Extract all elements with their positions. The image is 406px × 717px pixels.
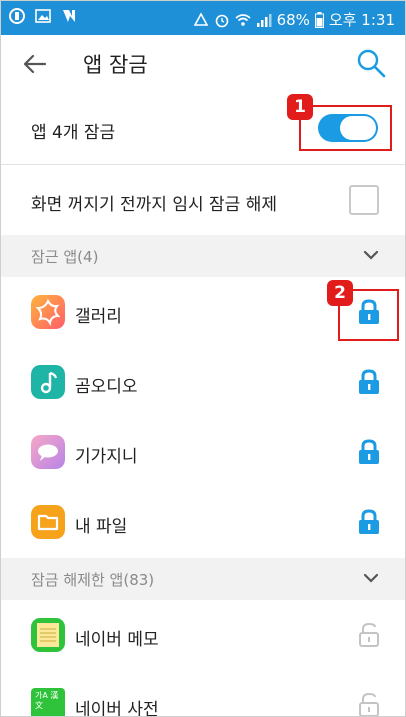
lock-icon[interactable] bbox=[358, 509, 380, 535]
locked-apps-header-label: 잠근 앱(4) bbox=[31, 248, 99, 266]
gallery-icon bbox=[31, 295, 65, 329]
chevron-down-icon[interactable] bbox=[363, 572, 379, 584]
temp-unlock-row[interactable]: 화면 꺼지기 전까지 임시 잠금 해제 bbox=[1, 165, 405, 235]
locked-app-row[interactable]: 내 파일 bbox=[1, 487, 405, 557]
locked-app-row[interactable]: 곰오디오 bbox=[1, 347, 405, 417]
signal-icon bbox=[256, 13, 272, 27]
status-right: 68% 오후 1:31 bbox=[193, 9, 395, 30]
app-name: 곰오디오 bbox=[75, 377, 138, 397]
battery-icon bbox=[314, 11, 324, 28]
app-notification-icon bbox=[9, 8, 25, 24]
app-name: 갤러리 bbox=[75, 307, 122, 327]
unlock-icon[interactable] bbox=[358, 692, 380, 717]
myfiles-icon bbox=[31, 505, 65, 539]
messenger-notification-icon bbox=[63, 10, 75, 22]
battery-percent: 68% bbox=[276, 10, 310, 29]
status-bar: 68% 오후 1:31 bbox=[1, 1, 405, 35]
status-left-icons bbox=[9, 8, 77, 24]
unlocked-apps-header-label: 잠금 해제한 앱(83) bbox=[31, 571, 155, 589]
naver-dict-icon: 가A 漢文 bbox=[31, 688, 65, 716]
wifi-icon bbox=[235, 13, 251, 26]
callout-badge-1: 1 bbox=[287, 94, 313, 120]
locked-apps-section-header[interactable]: 잠근 앱(4) bbox=[1, 235, 405, 277]
gigagenie-icon bbox=[31, 435, 65, 469]
app-name: 네이버 메모 bbox=[75, 630, 159, 650]
sync-icon bbox=[193, 11, 208, 26]
naver-memo-icon bbox=[31, 618, 65, 652]
search-icon[interactable] bbox=[355, 47, 387, 79]
temp-unlock-label: 화면 꺼지기 전까지 임시 잠금 해제 bbox=[31, 195, 277, 215]
unlocked-apps-section-header[interactable]: 잠금 해제한 앱(83) bbox=[1, 558, 405, 600]
temp-unlock-checkbox[interactable] bbox=[349, 185, 379, 215]
alarm-icon bbox=[215, 14, 228, 27]
callout-badge-2: 2 bbox=[327, 280, 353, 306]
chevron-down-icon[interactable] bbox=[363, 249, 379, 261]
page-title: 앱 잠금 bbox=[83, 53, 148, 77]
app-name: 기가지니 bbox=[75, 447, 138, 467]
app-name: 내 파일 bbox=[75, 517, 128, 537]
clock: 오후 1:31 bbox=[328, 11, 395, 29]
lock-icon[interactable] bbox=[358, 439, 380, 465]
image-notification-icon bbox=[35, 9, 51, 23]
unlocked-app-row[interactable]: 가A 漢文 네이버 사전 bbox=[1, 670, 405, 717]
lock-icon[interactable] bbox=[358, 369, 380, 395]
screen-frame: 68% 오후 1:31 앱 잠금 앱 4개 잠금 화면 꺼지기 전까지 임시 잠… bbox=[0, 0, 406, 717]
app-bar: 앱 잠금 bbox=[1, 35, 405, 93]
dict-icon-text: 가A 漢文 bbox=[35, 691, 59, 710]
back-arrow-icon[interactable] bbox=[21, 50, 49, 78]
locked-app-row[interactable]: 기가지니 bbox=[1, 417, 405, 487]
app-name: 네이버 사전 bbox=[75, 700, 159, 717]
lock-toggle-label: 앱 4개 잠금 bbox=[31, 123, 116, 143]
unlock-icon[interactable] bbox=[358, 622, 380, 648]
unlocked-app-row[interactable]: 네이버 메모 bbox=[1, 600, 405, 670]
gomaudio-icon bbox=[31, 365, 65, 399]
